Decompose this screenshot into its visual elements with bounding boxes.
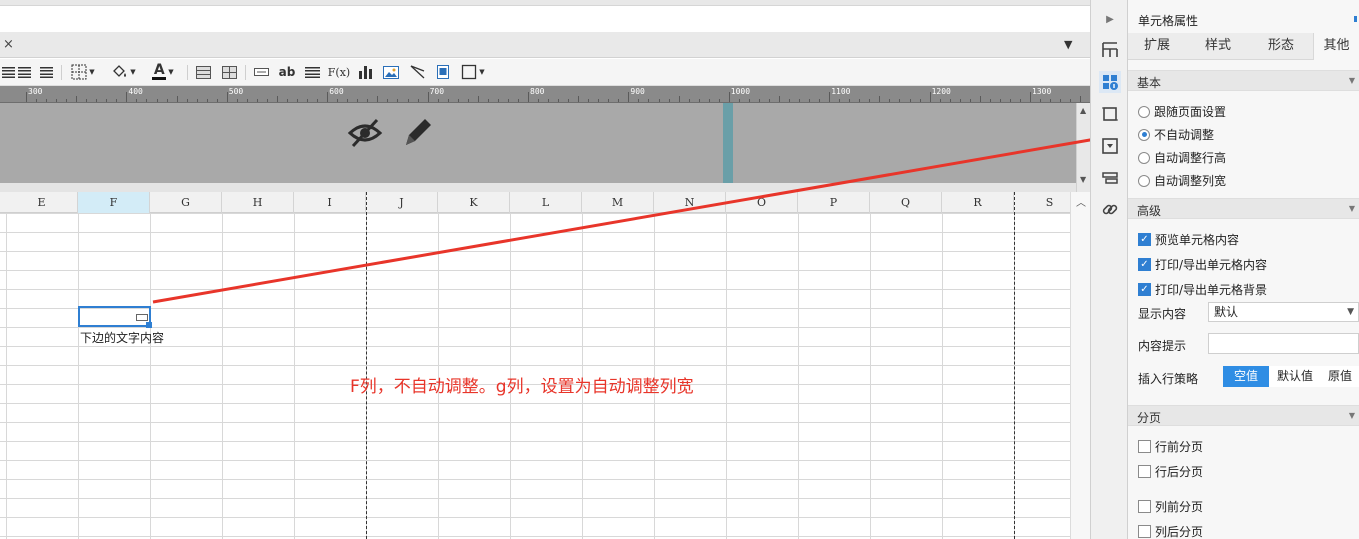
- collapse-icon[interactable]: ▼: [1349, 204, 1355, 213]
- condition-attribute-icon[interactable]: [1099, 167, 1121, 189]
- scroll-up-icon[interactable]: ︿: [1076, 194, 1086, 209]
- radio-no-auto-adjust[interactable]: 不自动调整: [1138, 126, 1214, 143]
- section-advanced-title: 高级: [1137, 204, 1162, 218]
- section-basic[interactable]: 基本 ▼: [1128, 70, 1359, 91]
- section-basic-title: 基本: [1137, 76, 1162, 90]
- section-paging-title: 分页: [1137, 411, 1162, 425]
- collapse-panel-icon[interactable]: ▶: [1099, 8, 1121, 30]
- display-content-select[interactable]: 默认 ▼: [1208, 302, 1359, 322]
- radio-auto-col-width[interactable]: 自动调整列宽: [1138, 172, 1226, 189]
- check-page-after-row[interactable]: 行后分页: [1138, 463, 1203, 480]
- radio-auto-row-height[interactable]: 自动调整行高: [1138, 149, 1226, 166]
- cell-property-panel: 单元格属性 扩展 样式 形态 其他 基本 ▼ 跟随页面设置 不自动调整 自动调整…: [1128, 0, 1359, 539]
- checkbox-icon: [1138, 500, 1151, 513]
- widget-icon[interactable]: [1099, 135, 1121, 157]
- collapse-icon[interactable]: ▼: [1349, 76, 1355, 85]
- check-print-background[interactable]: ✓ 打印/导出单元格背景: [1138, 281, 1267, 298]
- checkbox-icon: [1138, 440, 1151, 453]
- collapse-icon[interactable]: ▼: [1349, 411, 1355, 420]
- checkbox-icon: [1138, 525, 1151, 538]
- content-tip-label: 内容提示: [1138, 339, 1187, 353]
- radio-label: 跟随页面设置: [1154, 105, 1227, 119]
- cell-element-icon[interactable]: [1099, 103, 1121, 125]
- cell-layout-icon[interactable]: [1099, 39, 1121, 61]
- cell-attribute-icon[interactable]: [1099, 71, 1121, 93]
- radio-icon: [1138, 105, 1150, 118]
- radio-icon: [1138, 174, 1150, 187]
- checkbox-label: 列后分页: [1155, 525, 1204, 539]
- tab-expand[interactable]: 扩展: [1128, 33, 1186, 60]
- checkbox-label: 打印/导出单元格内容: [1155, 258, 1268, 272]
- checkbox-label: 预览单元格内容: [1155, 233, 1240, 247]
- insert-row-label: 插入行策略: [1138, 372, 1199, 386]
- checkbox-checked-icon: ✓: [1138, 258, 1151, 271]
- checkbox-label: 行后分页: [1155, 465, 1204, 479]
- panel-tabs: 扩展 样式 形态 其他: [1128, 33, 1359, 60]
- checkbox-label: 打印/导出单元格背景: [1155, 283, 1268, 297]
- insert-original-button[interactable]: 原值: [1321, 366, 1359, 387]
- panel-title: 单元格属性: [1138, 14, 1199, 28]
- section-advanced[interactable]: 高级 ▼: [1128, 198, 1359, 219]
- radio-label: 自动调整列宽: [1154, 174, 1227, 188]
- chevron-down-icon: ▼: [1347, 307, 1354, 317]
- check-page-before-col[interactable]: 列前分页: [1138, 498, 1203, 515]
- annotation-text: F列，不自动调整。g列，设置为自动调整列宽: [350, 377, 694, 397]
- insert-null-button[interactable]: 空值: [1223, 366, 1269, 387]
- tab-style[interactable]: 样式: [1189, 33, 1247, 60]
- property-icon-rail: ▶: [1090, 0, 1128, 539]
- radio-icon: [1138, 151, 1150, 164]
- check-page-after-col[interactable]: 列后分页: [1138, 523, 1203, 539]
- radio-label: 自动调整行高: [1154, 151, 1227, 165]
- check-print-content[interactable]: ✓ 打印/导出单元格内容: [1138, 256, 1267, 273]
- checkbox-checked-icon: ✓: [1138, 233, 1151, 246]
- display-content-label: 显示内容: [1138, 307, 1187, 321]
- check-page-before-row[interactable]: 行前分页: [1138, 438, 1203, 455]
- select-value: 默认: [1214, 305, 1239, 319]
- checkbox-label: 行前分页: [1155, 440, 1204, 454]
- checkbox-icon: [1138, 465, 1151, 478]
- check-preview-content[interactable]: ✓ 预览单元格内容: [1138, 231, 1239, 248]
- checkbox-label: 列前分页: [1155, 500, 1204, 514]
- pin-icon[interactable]: [1354, 16, 1357, 22]
- tab-other[interactable]: 其他: [1313, 33, 1359, 60]
- content-tip-input[interactable]: [1208, 333, 1359, 354]
- radio-label: 不自动调整: [1154, 128, 1215, 142]
- tab-shape[interactable]: 形态: [1252, 33, 1310, 60]
- section-paging[interactable]: 分页 ▼: [1128, 405, 1359, 426]
- insert-default-button[interactable]: 默认值: [1269, 366, 1321, 387]
- sheet-vertical-scrollbar[interactable]: ︿: [1070, 192, 1090, 539]
- radio-selected-icon: [1138, 128, 1150, 141]
- hyperlink-icon[interactable]: [1099, 198, 1121, 220]
- checkbox-checked-icon: ✓: [1138, 283, 1151, 296]
- radio-follow-page[interactable]: 跟随页面设置: [1138, 103, 1226, 120]
